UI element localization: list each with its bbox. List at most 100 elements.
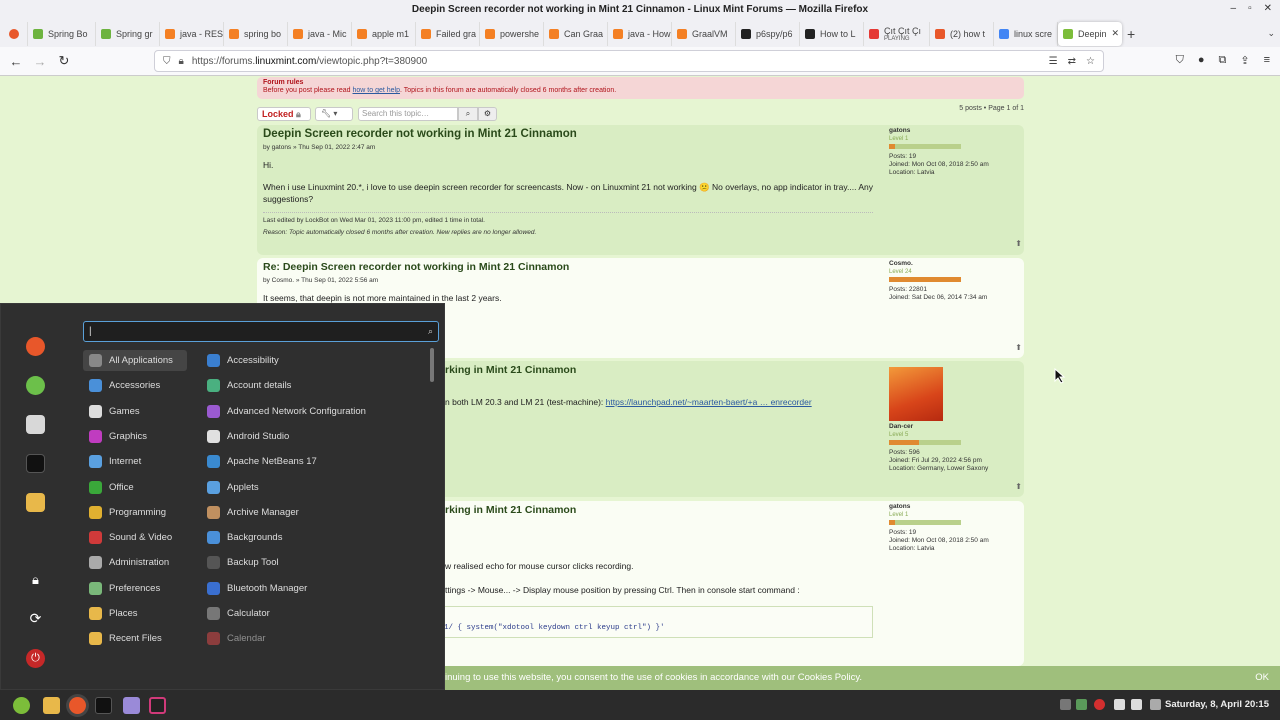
browser-tab[interactable]: GraalVM: [672, 21, 736, 46]
back-icon[interactable]: ←: [4, 54, 28, 69]
files-icon[interactable]: [43, 697, 60, 714]
recording-icon[interactable]: [1094, 699, 1105, 710]
menu-scrollbar[interactable]: [430, 348, 434, 382]
post-title[interactable]: Deepin Screen recorder not working in Mi…: [263, 128, 873, 140]
browser-tab[interactable]: apple m1: [352, 21, 416, 46]
user-avatar[interactable]: [889, 367, 943, 421]
menu-category[interactable]: Recent Files: [83, 628, 187, 649]
menu-app[interactable]: Android Studio: [201, 426, 427, 447]
username[interactable]: Dan-cer: [889, 423, 1019, 431]
menu-app[interactable]: Calculator: [201, 603, 427, 624]
advanced-search-button[interactable]: ⚙: [478, 107, 497, 121]
topic-tools-button[interactable]: 🔧︎ ▾: [315, 107, 353, 121]
menu-category[interactable]: Sound & Video: [83, 527, 187, 548]
menu-category[interactable]: Accessories: [83, 375, 187, 396]
browser-tab[interactable]: Can Graa: [544, 21, 608, 46]
mint-menu-icon[interactable]: [13, 697, 30, 714]
bluetooth-icon[interactable]: [1060, 699, 1071, 710]
browser-tab[interactable]: java - Mic: [288, 21, 352, 46]
menu-app[interactable]: Advanced Network Configuration: [201, 401, 427, 422]
back-to-top-icon[interactable]: ⬆: [1015, 239, 1022, 248]
account-icon[interactable]: ●: [1198, 54, 1205, 67]
menu-category[interactable]: Internet: [83, 451, 187, 472]
terminal-icon[interactable]: [26, 454, 45, 473]
help-link[interactable]: how to get help: [353, 87, 400, 94]
intellij-icon[interactable]: [149, 697, 166, 714]
text-editor-icon[interactable]: [123, 697, 140, 714]
locked-button[interactable]: Locked 🔒︎: [257, 107, 311, 121]
username[interactable]: Cosmo.: [889, 260, 1019, 268]
menu-app[interactable]: Backup Tool: [201, 552, 427, 573]
firefox-view-button[interactable]: [4, 21, 28, 46]
menu-app[interactable]: Apache NetBeans 17: [201, 451, 427, 472]
calendar-icon[interactable]: [1150, 699, 1161, 710]
menu-category[interactable]: Office: [83, 477, 187, 498]
menu-category[interactable]: All Applications: [83, 350, 187, 371]
menu-category[interactable]: Graphics: [83, 426, 187, 447]
post-title[interactable]: rking in Mint 21 Cinnamon: [445, 504, 576, 516]
extensions-icon[interactable]: ⧉: [1219, 54, 1227, 67]
browser-tab[interactable]: (2) how t: [930, 21, 994, 46]
username[interactable]: gatons: [889, 127, 1019, 135]
share-icon[interactable]: ⇪: [1240, 54, 1249, 67]
logout-icon[interactable]: ⟳: [26, 610, 45, 629]
browser-tab[interactable]: Çıt Çıt Çı PLAYING: [864, 21, 930, 46]
lock-icon[interactable]: 🔒︎: [179, 56, 184, 67]
menu-app[interactable]: Bluetooth Manager: [201, 578, 427, 599]
bookmark-star-icon[interactable]: ☆: [1086, 56, 1095, 67]
list-all-tabs-icon[interactable]: ⌄: [1262, 22, 1280, 46]
menu-category[interactable]: Places: [83, 603, 187, 624]
launchpad-link[interactable]: https://launchpad.net/~maarten-baert/+a …: [606, 397, 812, 407]
menu-app[interactable]: Accessibility: [201, 350, 427, 371]
browser-tab[interactable]: spring bo: [224, 21, 288, 46]
topic-search-input[interactable]: Search this topic…: [358, 107, 458, 121]
browser-tab[interactable]: p6spy/p6: [736, 21, 800, 46]
browser-tab[interactable]: java - How: [608, 21, 672, 46]
menu-category[interactable]: Programming: [83, 502, 187, 523]
reload-icon[interactable]: ↻: [52, 53, 76, 69]
close-tab-icon[interactable]: ✕: [1112, 28, 1120, 39]
menu-app[interactable]: Calendar: [201, 628, 427, 649]
browser-tab[interactable]: java - RES: [160, 21, 224, 46]
maximize-icon[interactable]: ▫: [1248, 3, 1252, 14]
lock-screen-icon[interactable]: 🔒︎: [26, 572, 45, 591]
power-icon[interactable]: ⏻: [26, 649, 45, 668]
browser-tab[interactable]: Spring gr: [96, 21, 160, 46]
clock[interactable]: Saturday, 8, April 20:15: [1165, 690, 1269, 720]
menu-app[interactable]: Account details: [201, 375, 427, 396]
browser-tab[interactable]: powershe: [480, 21, 544, 46]
menu-search-input[interactable]: | ⌕: [83, 321, 439, 342]
menu-app[interactable]: Backgrounds: [201, 527, 427, 548]
software-manager-icon[interactable]: [26, 376, 45, 395]
updates-icon[interactable]: [1076, 699, 1087, 710]
back-to-top-icon[interactable]: ⬆: [1015, 343, 1022, 352]
system-settings-icon[interactable]: [26, 415, 45, 434]
shield-icon[interactable]: ⛉: [163, 56, 171, 67]
menu-app[interactable]: Archive Manager: [201, 502, 427, 523]
menu-app[interactable]: Applets: [201, 477, 427, 498]
cookie-ok-button[interactable]: OK: [1255, 666, 1269, 690]
browser-tab[interactable]: Spring Bo: [28, 21, 96, 46]
menu-category[interactable]: Games: [83, 401, 187, 422]
firefox-icon[interactable]: [69, 697, 86, 714]
browser-tab[interactable]: Failed gra: [416, 21, 480, 46]
browser-tab[interactable]: How to L: [800, 21, 864, 46]
terminal-icon[interactable]: [95, 697, 112, 714]
menu-category[interactable]: Administration: [83, 552, 187, 573]
files-icon[interactable]: [26, 493, 45, 512]
back-to-top-icon[interactable]: ⬆: [1015, 482, 1022, 491]
network-icon[interactable]: [1114, 699, 1125, 710]
close-icon[interactable]: ✕: [1264, 3, 1272, 14]
menu-category[interactable]: Preferences: [83, 578, 187, 599]
post-title[interactable]: Re: Deepin Screen recorder not working i…: [263, 261, 873, 273]
app-menu-icon[interactable]: ≡: [1264, 54, 1270, 67]
volume-icon[interactable]: [1131, 699, 1142, 710]
browser-tab[interactable]: linux scre: [994, 21, 1058, 46]
translate-icon[interactable]: ⇄: [1068, 56, 1076, 67]
search-button[interactable]: ⌕: [458, 107, 478, 121]
url-bar[interactable]: ⛉ 🔒︎ https://forums.linuxmint.com/viewto…: [154, 50, 1104, 72]
forward-icon[interactable]: →: [28, 54, 52, 69]
browser-tab[interactable]: Deepin ✕: [1058, 21, 1122, 46]
firefox-icon[interactable]: [26, 337, 45, 356]
username[interactable]: gatons: [889, 503, 1019, 511]
